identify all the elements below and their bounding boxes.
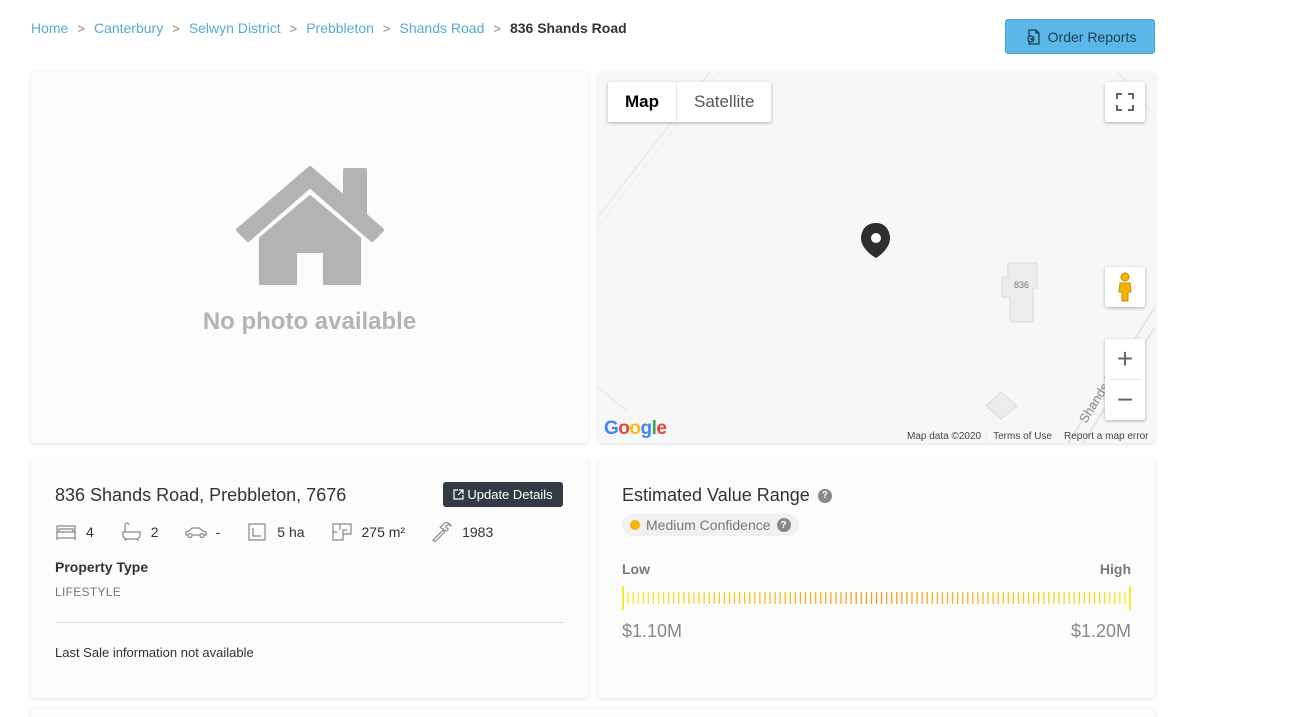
map-footer: Map data ©2020 Terms of Use Report a map… [907,431,1148,442]
map-type-map-button[interactable]: Map [608,82,677,122]
property-features: 4 2 - 5 ha 275 m² 1983 [55,522,519,542]
bed-icon [56,525,76,540]
external-edit-icon [453,489,464,500]
divider [55,622,564,623]
confidence-help-icon[interactable]: ? [776,518,791,532]
floor-area-feature: 275 m² [331,522,406,542]
report-map-error-link[interactable]: Report a map error [1064,431,1148,442]
estimated-value-title-text: Estimated Value Range [622,485,810,505]
breadcrumb-canterbury[interactable]: Canterbury [94,20,163,36]
year-built-feature: 1983 [431,522,493,542]
zoom-in-button[interactable]: + [1105,339,1145,379]
google-logo-letter: g [640,418,653,439]
bathrooms-count: 2 [150,524,159,540]
property-details-card: 836 Shands Road, Prebbleton, 7676 Update… [31,458,588,698]
land-area-icon [248,523,266,541]
map-data-attribution: Map data ©2020 [907,431,982,442]
update-details-label: Update Details [467,487,553,502]
bath-icon [122,522,141,542]
google-logo-letter: G [604,418,619,439]
parcel-number-label: 836 [1014,280,1030,290]
bedrooms-feature: 4 [55,522,94,542]
high-value: $1.20M [1070,621,1131,641]
no-photo-text: No photo available [202,307,417,335]
breadcrumb: Home > Canterbury > Selwyn District > Pr… [31,20,627,36]
google-logo[interactable]: Google [604,418,667,440]
floor-plan-icon [331,523,352,541]
google-logo-letter: e [656,418,667,439]
breadcrumb-prebbleton[interactable]: Prebbleton [306,20,374,36]
breadcrumb-home[interactable]: Home [31,20,68,36]
car-spaces-count: - [215,524,221,540]
breadcrumb-separator: > [77,20,85,36]
order-reports-label: Order Reports [1047,28,1137,45]
google-logo-letter: o [629,418,641,439]
photo-card: No photo available [31,72,588,443]
order-reports-button[interactable]: Order Reports [1005,19,1155,54]
breadcrumb-selwyn-district[interactable]: Selwyn District [189,20,281,36]
car-spaces-feature: - [184,522,221,542]
street-view-pegman-button[interactable] [1105,267,1145,307]
low-value: $1.10M [622,621,683,641]
breadcrumb-separator: > [493,20,501,36]
estimated-value-card: Estimated Value Range ? Medium Confidenc… [598,458,1155,698]
bathrooms-feature: 2 [120,522,159,542]
zoom-out-button[interactable]: − [1105,380,1145,420]
google-logo-letter: o [618,418,630,439]
car-icon [184,527,207,539]
map-type-satellite-button[interactable]: Satellite [677,82,771,122]
property-type-value: LIFESTYLE [55,585,122,599]
breadcrumb-shands-road[interactable]: Shands Road [400,20,485,36]
map-panel[interactable]: Shands R 836 Map Satellite + − Google Ma… [598,72,1155,443]
confidence-dot [630,520,640,530]
hammer-icon [432,522,453,542]
breadcrumb-current: 836 Shands Road [509,20,627,36]
property-type-label: Property Type [55,559,149,575]
floor-area-value: 275 m² [361,524,406,540]
fullscreen-icon [1116,93,1134,111]
value-range-bar [622,586,1131,610]
breadcrumb-separator: > [289,20,298,36]
year-built-value: 1983 [462,524,494,540]
confidence-label: Medium Confidence [646,517,771,533]
estimated-value-title: Estimated Value Range ? [622,485,832,506]
map-background: Shands R [598,72,1155,443]
property-address: 836 Shands Road, Prebbleton, 7676 [55,485,347,505]
zoom-control: + − [1105,339,1145,420]
breadcrumb-separator: > [382,20,391,36]
next-section-card [31,708,1155,717]
house-icon [235,165,384,285]
last-sale-info: Last Sale information not available [55,645,254,660]
land-area-value: 5 ha [277,524,305,540]
confidence-badge: Medium Confidence ? [622,514,799,536]
low-label: Low [622,561,650,577]
fullscreen-button[interactable] [1105,82,1145,122]
update-details-button[interactable]: Update Details [443,482,563,507]
pegman-icon [1118,272,1132,302]
help-icon[interactable]: ? [817,488,832,503]
document-icon [1026,28,1040,45]
breadcrumb-separator: > [172,20,180,36]
bedrooms-count: 4 [86,524,94,540]
terms-of-use-link[interactable]: Terms of Use [993,431,1052,442]
map-type-control: Map Satellite [608,82,772,122]
land-area-feature: 5 ha [246,522,305,542]
high-label: High [1099,561,1131,577]
